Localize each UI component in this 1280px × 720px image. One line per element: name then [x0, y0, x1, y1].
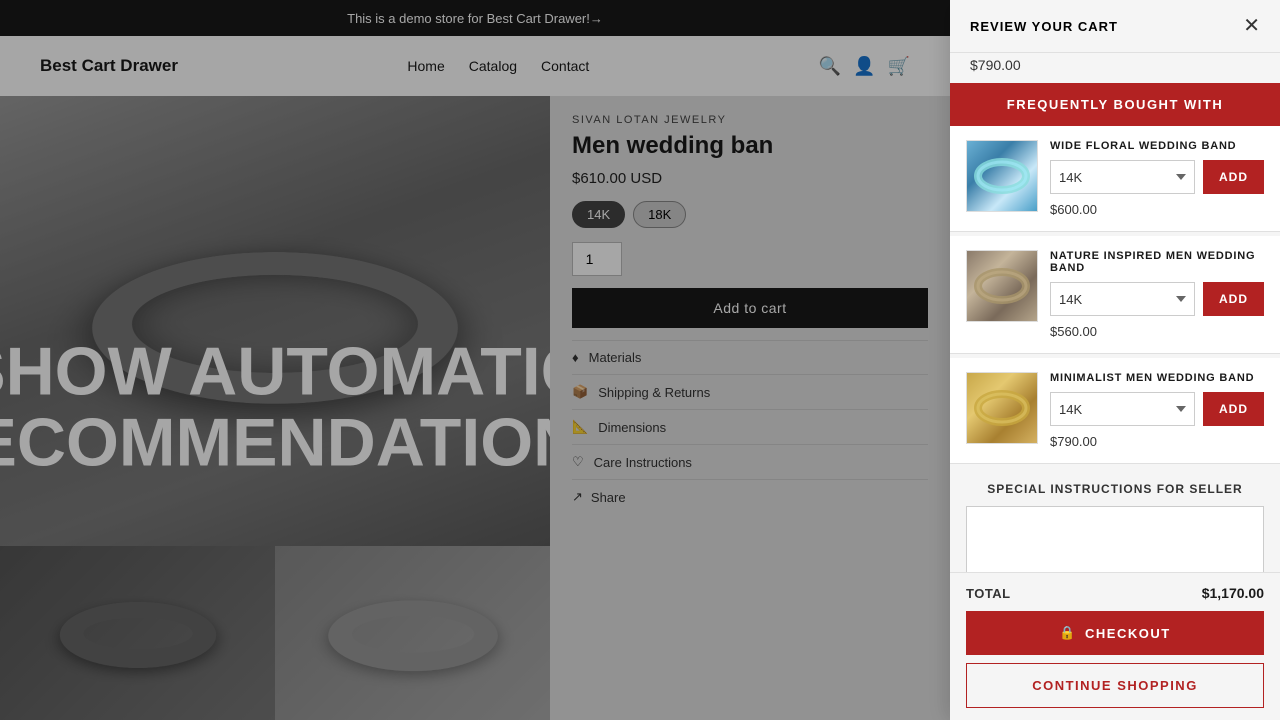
thumbnail-1[interactable] [0, 546, 275, 720]
accordion-dimensions[interactable]: 📐 Dimensions [572, 410, 928, 445]
fbw-banner: FREQUENTLY BOUGHT WITH [950, 83, 1280, 126]
checkout-button[interactable]: 🔒 CHECKOUT [966, 611, 1264, 655]
site-header: Best Cart Drawer Home Catalog Contact 🔍 … [0, 36, 950, 96]
announcement-bar[interactable]: This is a demo store for Best Cart Drawe… [0, 0, 950, 36]
care-icon: ♡ [572, 454, 584, 470]
continue-shopping-button[interactable]: CONTINUE SHOPPING [966, 663, 1264, 708]
ring-shape [75, 252, 476, 404]
rec-select-row-0: 14K 18K ADD [1050, 160, 1264, 194]
checkout-label: CHECKOUT [1085, 626, 1171, 641]
page-wrapper: This is a demo store for Best Cart Drawe… [0, 0, 1280, 720]
cart-price-top: $790.00 [950, 53, 1280, 83]
rec-item-0: WIDE FLORAL WEDDING BAND 14K 18K ADD $60… [950, 126, 1280, 232]
option-18k[interactable]: 18K [633, 201, 686, 228]
nav-contact[interactable]: Contact [541, 58, 589, 74]
rec-ring-svg-2 [972, 388, 1032, 428]
care-label: Care Instructions [594, 455, 692, 470]
product-brand: SIVAN LOTAN JEWELRY [572, 114, 928, 126]
checkout-lock-icon: 🔒 [1059, 625, 1077, 641]
page-background: This is a demo store for Best Cart Drawe… [0, 0, 950, 720]
share-label: Share [591, 490, 626, 505]
search-icon[interactable]: 🔍 [819, 56, 841, 77]
accordion-care[interactable]: ♡ Care Instructions [572, 445, 928, 480]
cart-total-value: $1,170.00 [1202, 585, 1264, 601]
rec-ring-svg-0 [972, 156, 1032, 196]
share-icon: ↗ [572, 489, 583, 505]
rec-details-1: NATURE INSPIRED MEN WEDDING BAND 14K 18K… [1050, 250, 1264, 339]
cart-icon[interactable]: 🛒 [888, 56, 910, 77]
materials-label: Materials [589, 350, 642, 365]
rec-image-2 [966, 372, 1038, 444]
announcement-arrow: → [590, 11, 603, 26]
shipping-icon: 📦 [572, 384, 588, 400]
cart-header: REVIEW YOUR CART ✕ [950, 0, 1280, 53]
product-area: SHOW AUTOMATIC RECOMMENDATIONS SIVAN LOT… [0, 96, 950, 720]
special-instructions-section: SPECIAL INSTRUCTIONS FOR SELLER [950, 468, 1280, 572]
account-icon[interactable]: 👤 [853, 56, 875, 77]
recommendations-list: WIDE FLORAL WEDDING BAND 14K 18K ADD $60… [950, 126, 1280, 572]
cart-total-row: TOTAL $1,170.00 [966, 585, 1264, 601]
site-nav: Home Catalog Contact [407, 58, 589, 74]
add-to-cart-button[interactable]: Add to cart [572, 288, 928, 328]
announcement-text: This is a demo store for Best Cart Drawe… [347, 11, 590, 26]
header-icons: 🔍 👤 🛒 [819, 56, 910, 77]
rec-image-1 [966, 250, 1038, 322]
rec-details-2: MINIMALIST MEN WEDDING BAND 14K 18K ADD … [1050, 372, 1264, 449]
rec-item-1: NATURE INSPIRED MEN WEDDING BAND 14K 18K… [950, 236, 1280, 354]
thumbnail-2[interactable] [275, 546, 550, 720]
rec-add-button-2[interactable]: ADD [1203, 392, 1264, 426]
rec-price-1: $560.00 [1050, 324, 1264, 339]
rec-price-2: $790.00 [1050, 434, 1264, 449]
product-title: Men wedding ban [572, 132, 928, 160]
product-options: 14K 18K [572, 201, 928, 228]
product-price: $610.00 USD [572, 170, 928, 187]
rec-item-2: MINIMALIST MEN WEDDING BAND 14K 18K ADD … [950, 358, 1280, 464]
cart-total-label: TOTAL [966, 586, 1011, 601]
rec-name-1: NATURE INSPIRED MEN WEDDING BAND [1050, 250, 1264, 274]
rec-name-0: WIDE FLORAL WEDDING BAND [1050, 140, 1264, 152]
dimensions-label: Dimensions [598, 420, 666, 435]
accordion-materials[interactable]: ♦ Materials [572, 341, 928, 375]
rec-add-button-0[interactable]: ADD [1203, 160, 1264, 194]
cart-drawer: REVIEW YOUR CART ✕ $790.00 FREQUENTLY BO… [950, 0, 1280, 720]
option-14k[interactable]: 14K [572, 201, 625, 228]
special-instructions-textarea[interactable] [966, 506, 1264, 572]
thumb-ring-2 [322, 600, 503, 671]
rec-image-0 [966, 140, 1038, 212]
cart-close-button[interactable]: ✕ [1243, 16, 1260, 36]
product-accordions: ♦ Materials 📦 Shipping & Returns 📐 Dimen… [572, 340, 928, 480]
rec-details-0: WIDE FLORAL WEDDING BAND 14K 18K ADD $60… [1050, 140, 1264, 217]
product-info-panel: SIVAN LOTAN JEWELRY Men wedding ban $610… [550, 96, 950, 720]
rec-add-button-1[interactable]: ADD [1203, 282, 1264, 316]
rec-select-2[interactable]: 14K 18K [1050, 392, 1195, 426]
quantity-input[interactable]: 1 [572, 242, 622, 276]
rec-price-0: $600.00 [1050, 202, 1264, 217]
special-instructions-label: SPECIAL INSTRUCTIONS FOR SELLER [966, 482, 1264, 496]
thumb-ring-1 [55, 602, 221, 668]
product-thumbnails [0, 546, 550, 720]
product-gallery: SHOW AUTOMATIC RECOMMENDATIONS [0, 96, 550, 720]
cart-footer: TOTAL $1,170.00 🔒 CHECKOUT CONTINUE SHOP… [950, 572, 1280, 720]
nav-home[interactable]: Home [407, 58, 444, 74]
rec-ring-svg-1 [972, 266, 1032, 306]
dimensions-icon: 📐 [572, 419, 588, 435]
rec-select-row-2: 14K 18K ADD [1050, 392, 1264, 426]
materials-icon: ♦ [572, 350, 579, 365]
share-row[interactable]: ↗ Share [572, 480, 928, 514]
rec-select-1[interactable]: 14K 18K [1050, 282, 1195, 316]
rec-name-2: MINIMALIST MEN WEDDING BAND [1050, 372, 1264, 384]
accordion-shipping[interactable]: 📦 Shipping & Returns [572, 375, 928, 410]
cart-title: REVIEW YOUR CART [970, 19, 1118, 34]
rec-select-row-1: 14K 18K ADD [1050, 282, 1264, 316]
shipping-label: Shipping & Returns [598, 385, 710, 400]
rec-select-0[interactable]: 14K 18K [1050, 160, 1195, 194]
nav-catalog[interactable]: Catalog [469, 58, 517, 74]
product-main-image [0, 96, 550, 546]
site-logo[interactable]: Best Cart Drawer [40, 56, 178, 76]
